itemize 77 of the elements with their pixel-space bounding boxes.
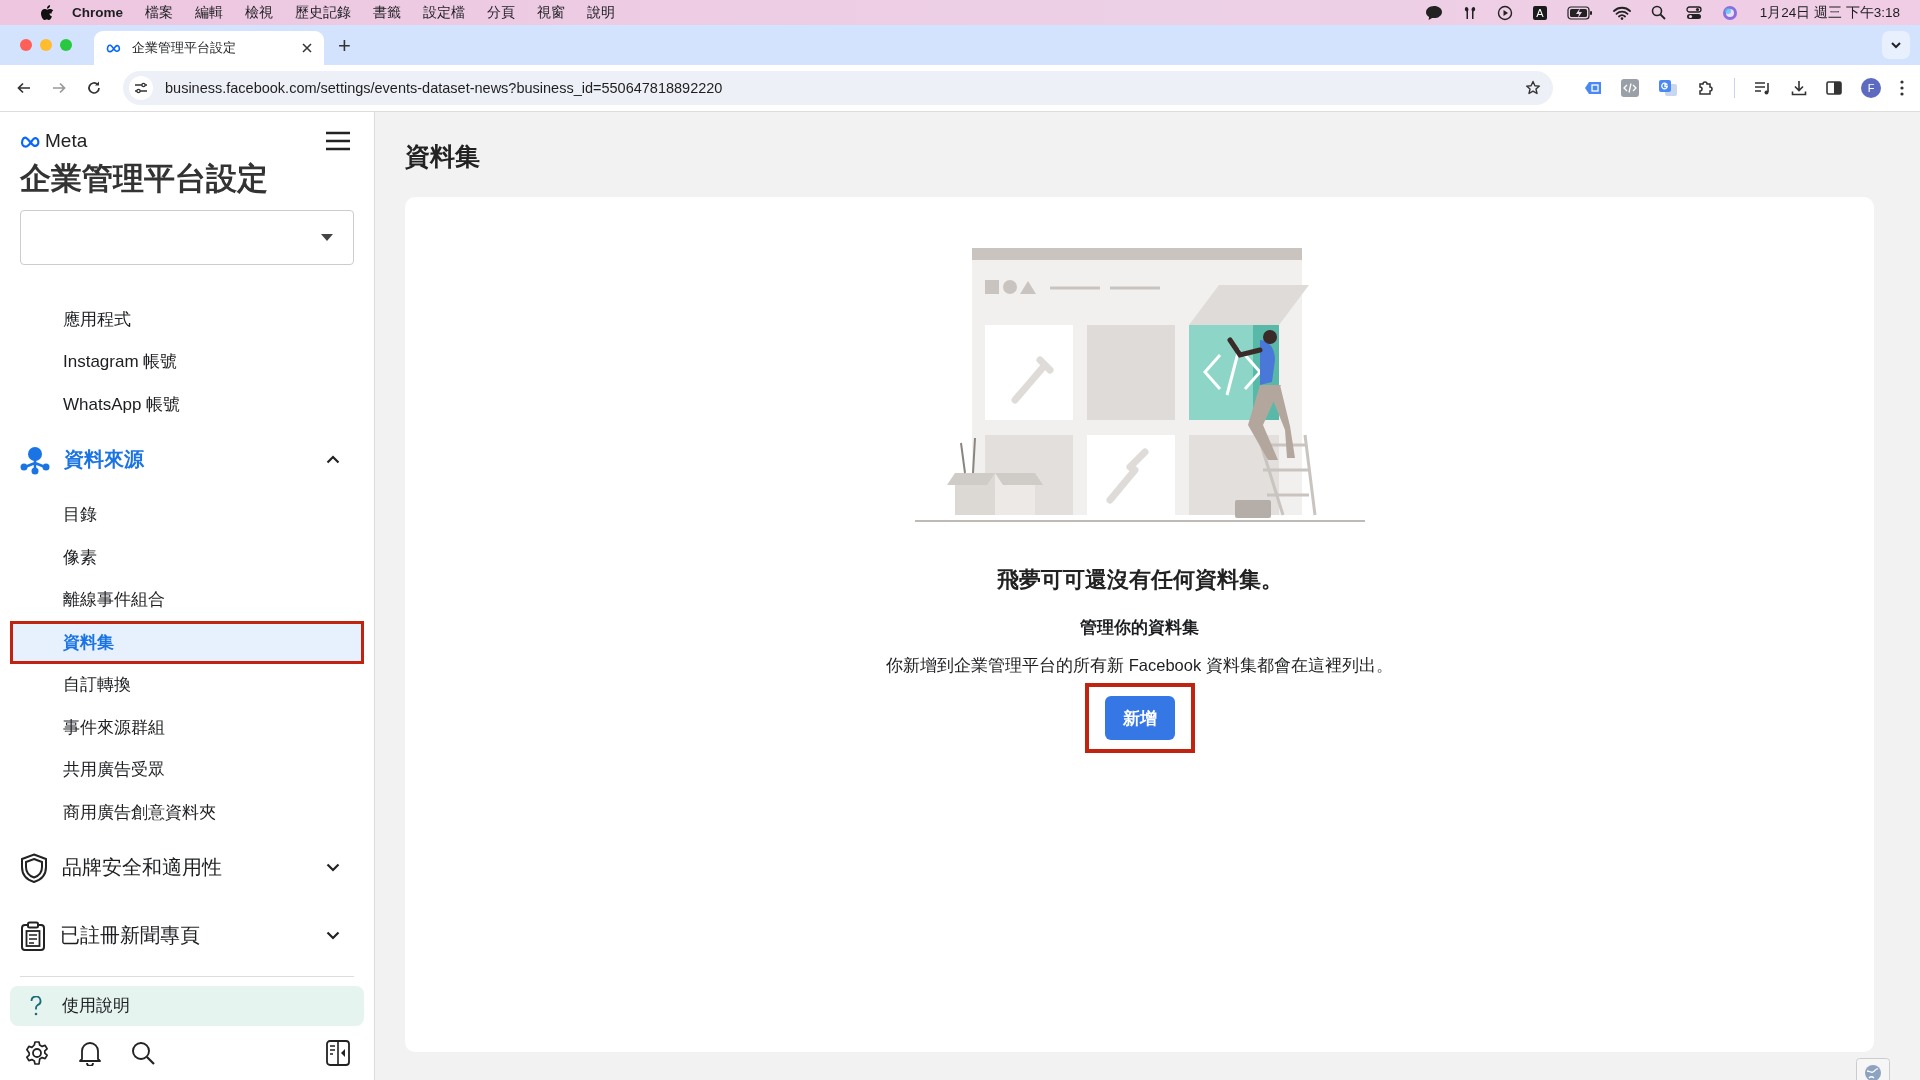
menu-item[interactable]: 分頁 [487, 3, 515, 22]
profile-avatar[interactable]: F [1861, 78, 1881, 98]
play-circle-icon[interactable] [1497, 4, 1514, 21]
close-icon[interactable] [302, 43, 312, 53]
input-method-indicator[interactable]: A [1533, 5, 1547, 20]
new-tab-button[interactable]: + [338, 32, 351, 60]
bell-icon[interactable] [78, 1040, 102, 1066]
toggle-switches-icon[interactable] [1685, 4, 1702, 21]
sidebar-item[interactable]: WhatsApp 帳號 [10, 383, 364, 426]
browser-tab[interactable]: 企業管理平台設定 [94, 31, 324, 65]
shield-icon [20, 852, 48, 883]
back-arrow-icon[interactable] [16, 80, 32, 96]
sidebar-item[interactable]: 應用程式 [10, 298, 364, 341]
sidebar-section[interactable]: 資料來源 [10, 425, 364, 494]
menu-item[interactable]: 設定檔 [423, 3, 465, 22]
menu-icon[interactable] [326, 131, 350, 151]
more-options-icon[interactable] [1900, 80, 1904, 96]
infinity-logo-icon [20, 134, 42, 148]
help-link[interactable]: 使用說明 [10, 985, 364, 1026]
menu-item[interactable]: 歷史記錄 [295, 3, 351, 22]
brand-name: Meta [45, 130, 88, 152]
battery-charging-icon[interactable] [1566, 5, 1593, 20]
forward-arrow-icon[interactable] [51, 80, 67, 96]
question-mark-icon [30, 995, 42, 1016]
menu-item[interactable]: 視窗 [537, 3, 565, 22]
colorful-orb-icon[interactable] [1721, 4, 1738, 21]
apple-logo-icon[interactable] [40, 4, 54, 21]
menu-item[interactable]: 檔案 [145, 3, 173, 22]
sidebar-section[interactable]: 品牌安全和適用性 [10, 833, 364, 902]
sidebar-title: 企業管理平台設定 [20, 160, 269, 198]
sidebar-item[interactable]: 共用廣告受眾 [10, 748, 364, 792]
sidebar-item[interactable]: 資料集 [10, 621, 364, 664]
puzzle-piece-icon[interactable] [1697, 79, 1715, 97]
media-playlist-icon[interactable] [1754, 80, 1772, 96]
collapse-panel-icon[interactable] [326, 1040, 350, 1066]
sidebar-section[interactable]: 已註冊新聞專頁 [10, 901, 364, 970]
sidebar-item[interactable]: 目錄 [10, 493, 364, 537]
chevron-up-icon [326, 455, 340, 465]
chevron-down-icon [326, 931, 340, 941]
clipboard-icon [20, 920, 46, 951]
app-menu[interactable]: Chrome [72, 5, 123, 20]
search-icon[interactable] [1650, 5, 1666, 20]
reload-icon[interactable] [86, 80, 102, 96]
side-panel-icon[interactable] [1826, 80, 1842, 96]
menu-item[interactable]: 書籤 [373, 3, 401, 22]
page-title: 資料集 [405, 141, 481, 172]
translate-extension-icon[interactable] [1658, 79, 1678, 97]
search-icon[interactable] [130, 1040, 156, 1066]
site-settings-icon[interactable] [129, 76, 153, 100]
address-bar[interactable]: business.facebook.com/settings/events-dataset-news?business_id=550647818892220 [123, 71, 1553, 105]
menu-item[interactable]: 檢視 [245, 3, 273, 22]
menu-item[interactable]: 說明 [587, 3, 615, 22]
sidebar-item[interactable]: Instagram 帳號 [10, 340, 364, 384]
add-button[interactable]: 新增 [1104, 696, 1175, 740]
sidebar-item[interactable]: 商用廣告創意資料夾 [10, 791, 364, 834]
infinity-logo-icon [106, 43, 122, 53]
chat-bubble-icon[interactable] [1425, 4, 1444, 21]
download-icon[interactable] [1791, 80, 1807, 96]
wifi-icon[interactable] [1612, 5, 1631, 20]
sidebar-item[interactable]: 事件來源群組 [10, 706, 364, 749]
menu-bar-clock: 1月24日 週三 下午3:18 [1759, 3, 1900, 22]
empty-state-title: 飛夢可可還沒有任何資料集。 [996, 566, 1283, 594]
sidebar-item[interactable]: 自訂轉換 [10, 663, 364, 707]
sidebar-item[interactable]: 像素 [10, 536, 364, 579]
connected-nodes-icon [20, 444, 50, 475]
chevron-down-icon [326, 863, 340, 873]
earbuds-icon[interactable] [1463, 4, 1478, 21]
settings-icon[interactable] [24, 1040, 50, 1066]
tag-extension-icon[interactable] [1584, 81, 1602, 95]
sidebar-item[interactable]: 離線事件組合 [10, 578, 364, 622]
empty-state-description: 你新增到企業管理平台的所有新 Facebook 資料集都會在這裡列出。 [886, 655, 1393, 676]
code-extension-icon[interactable] [1621, 79, 1639, 97]
menu-item[interactable]: 編輯 [195, 3, 223, 22]
empty-state-subtitle: 管理你的資料集 [1080, 617, 1199, 638]
star-bookmark-icon[interactable] [1525, 80, 1541, 96]
caret-icon [321, 234, 333, 242]
tab-list-button[interactable] [1882, 31, 1910, 59]
